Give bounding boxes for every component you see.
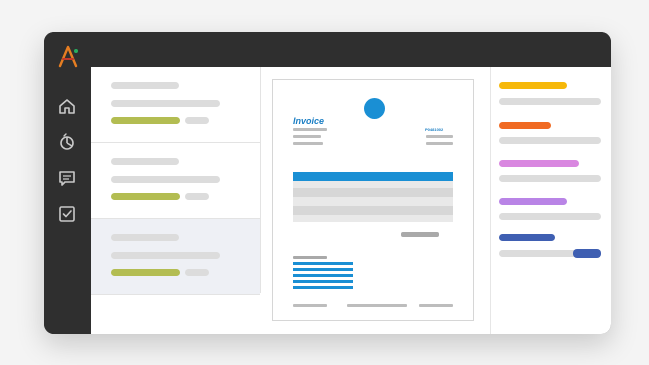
- text-placeholder: [111, 176, 220, 183]
- text-placeholder: [111, 234, 179, 241]
- text-placeholder: [293, 135, 321, 138]
- text-placeholder: [293, 256, 327, 259]
- invoice-number: P0481002: [425, 127, 444, 132]
- table-header: [293, 172, 453, 181]
- table-row: [293, 181, 453, 188]
- tag-label[interactable]: [499, 160, 579, 167]
- tag-label[interactable]: [499, 234, 555, 241]
- text-placeholder: [499, 213, 601, 220]
- text-placeholder: [185, 269, 209, 276]
- payment-line: [293, 274, 353, 277]
- message-icon[interactable]: [57, 168, 77, 188]
- tag-label[interactable]: [499, 122, 551, 129]
- total-amount: [401, 232, 439, 237]
- sidebar-rail: [44, 32, 91, 334]
- text-placeholder: [111, 158, 179, 165]
- text-placeholder: [426, 142, 453, 145]
- invoice-title: Invoice: [293, 116, 325, 126]
- app-window: Invoice P0481002: [44, 32, 611, 334]
- main-content: Invoice P0481002: [91, 67, 611, 334]
- list-item-selected[interactable]: [91, 219, 260, 295]
- tag-label[interactable]: [499, 198, 567, 205]
- table-row: [293, 197, 453, 206]
- analytics-icon[interactable]: [57, 132, 77, 152]
- payment-line: [293, 262, 353, 265]
- status-badge: [111, 117, 180, 124]
- footer-placeholder: [419, 304, 453, 307]
- list-item[interactable]: [91, 143, 260, 219]
- text-placeholder: [293, 128, 327, 131]
- text-placeholder: [293, 142, 323, 145]
- invoice-preview: Invoice P0481002: [272, 79, 474, 321]
- company-logo: [364, 98, 385, 119]
- tags-panel: [490, 67, 611, 334]
- text-placeholder: [499, 175, 601, 182]
- home-icon[interactable]: [57, 96, 77, 116]
- payment-line: [293, 280, 353, 283]
- payment-line: [293, 268, 353, 271]
- checklist-icon[interactable]: [57, 204, 77, 224]
- table-row: [293, 206, 453, 215]
- table-row: [293, 215, 453, 222]
- text-placeholder: [499, 137, 601, 144]
- text-placeholder: [499, 98, 601, 105]
- text-placeholder: [111, 100, 220, 107]
- status-badge: [111, 193, 180, 200]
- payment-line: [293, 286, 353, 289]
- invoice-list: [91, 67, 261, 295]
- logo-icon: [58, 45, 78, 68]
- toggle-switch[interactable]: [573, 249, 601, 258]
- status-badge: [111, 269, 180, 276]
- text-placeholder: [185, 117, 209, 124]
- text-placeholder: [111, 82, 179, 89]
- text-placeholder: [185, 193, 209, 200]
- footer-placeholder: [293, 304, 327, 307]
- tag-label[interactable]: [499, 82, 567, 89]
- list-item[interactable]: [91, 67, 260, 143]
- table-row: [293, 188, 453, 197]
- text-placeholder: [111, 252, 220, 259]
- footer-placeholder: [347, 304, 407, 307]
- top-bar: [91, 32, 611, 67]
- text-placeholder: [426, 135, 453, 138]
